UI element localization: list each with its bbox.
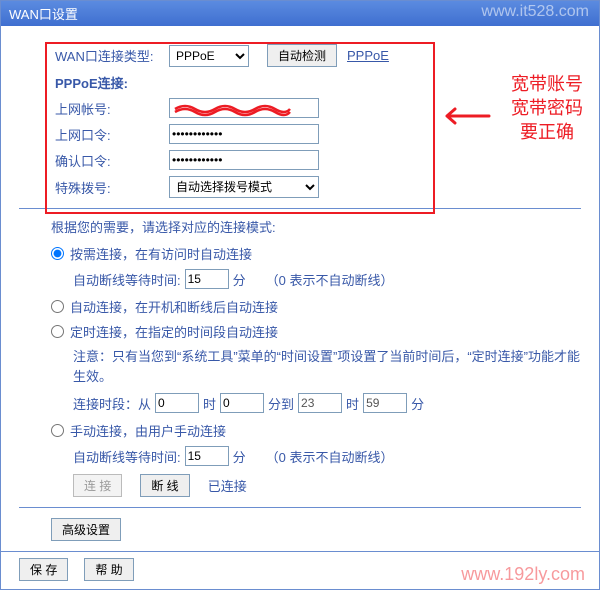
label-manual: 手动连接，由用户手动连接 — [70, 421, 226, 440]
idle-time-1[interactable] — [185, 269, 229, 289]
row-pass: 上网口令: — [19, 124, 581, 144]
idle-label-1: 自动断线等待时间: — [73, 270, 181, 289]
connection-status: 已连接 — [208, 476, 247, 495]
label-confirm: 确认口令: — [19, 151, 169, 170]
time-sub: 连接时段：从 时 分到 时 分 — [73, 393, 581, 413]
footer: 保 存 帮 助 www.192ly.com — [1, 551, 599, 589]
time-hour-1: 时 — [203, 394, 216, 413]
time-m2 — [363, 393, 407, 413]
radio-time[interactable] — [51, 325, 64, 338]
time-min: 分 — [411, 394, 424, 413]
connect-button: 连 接 — [73, 474, 122, 497]
label-pass: 上网口令: — [19, 125, 169, 144]
disconnect-button[interactable]: 断 线 — [140, 474, 189, 497]
divider-2 — [19, 507, 581, 508]
label-special: 特殊拨号: — [19, 178, 169, 197]
time-note: 注意：只有当您到“系统工具”菜单的“时间设置”项设置了当前时间后，“定时连接”功… — [73, 347, 581, 387]
label-time: 定时连接，在指定的时间段自动连接 — [70, 322, 278, 341]
radio-manual[interactable] — [51, 424, 64, 437]
confirm-password-input[interactable] — [169, 150, 319, 170]
idle-note-1: （0 表示不自动断线） — [266, 270, 394, 289]
time-h2 — [298, 393, 342, 413]
manual-sub: 自动断线等待时间: 分 （0 表示不自动断线） — [73, 446, 581, 466]
idle-label-2: 自动断线等待时间: — [73, 447, 181, 466]
dial-mode-select[interactable]: 自动选择拨号模式 — [169, 176, 319, 198]
advanced-row: 高级设置 — [51, 518, 581, 541]
radio-row-on-demand: 按需连接，在有访问时自动连接 — [51, 244, 581, 263]
time-period-label: 连接时段：从 — [73, 394, 151, 413]
help-button[interactable]: 帮 助 — [84, 558, 133, 581]
on-demand-sub: 自动断线等待时间: 分 （0 表示不自动断线） — [73, 269, 581, 289]
row-user: 上网帐号: — [19, 98, 581, 118]
min-1: 分 — [233, 270, 246, 289]
time-hour-2: 时 — [346, 394, 359, 413]
idle-note-2: （0 表示不自动断线） — [266, 447, 394, 466]
password-input[interactable] — [169, 124, 319, 144]
row-confirm: 确认口令: — [19, 150, 581, 170]
username-input[interactable] — [169, 98, 319, 118]
panel-title: WAN口设置 — [9, 7, 78, 22]
connection-mode-section: 根据您的需要，请选择对应的连接模式: 按需连接，在有访问时自动连接 自动断线等待… — [19, 217, 581, 497]
watermark-top: www.it528.com — [481, 3, 589, 21]
advanced-button[interactable]: 高级设置 — [51, 518, 121, 541]
label-conn-type: WAN口连接类型: — [19, 46, 169, 65]
row-special: 特殊拨号: 自动选择拨号模式 — [19, 176, 581, 198]
label-auto: 自动连接，在开机和断线后自动连接 — [70, 297, 278, 316]
label-on-demand: 按需连接，在有访问时自动连接 — [70, 244, 252, 263]
idle-time-2[interactable] — [185, 446, 229, 466]
radio-auto[interactable] — [51, 300, 64, 313]
mode-prompt: 根据您的需要，请选择对应的连接模式: — [51, 217, 581, 236]
radio-row-time: 定时连接，在指定的时间段自动连接 — [51, 322, 581, 341]
time-h1[interactable] — [155, 393, 199, 413]
auto-detect-button[interactable]: 自动检测 — [267, 44, 337, 67]
time-min-to: 分到 — [268, 394, 294, 413]
row-pppoe-header: PPPoE连接: — [19, 73, 581, 92]
radio-row-manual: 手动连接，由用户手动连接 — [51, 421, 581, 440]
radio-row-auto: 自动连接，在开机和断线后自动连接 — [51, 297, 581, 316]
label-pppoe: PPPoE连接: — [19, 73, 169, 92]
conn-type-select[interactable]: PPPoE — [169, 45, 249, 67]
time-m1[interactable] — [220, 393, 264, 413]
pppoe-link[interactable]: PPPoE — [347, 48, 389, 63]
content-area: 宽带账号 宽带密码 要正确 WAN口连接类型: PPPoE 自动检测 PPPoE… — [1, 26, 599, 541]
wan-settings-panel: WAN口设置 www.it528.com 宽带账号 宽带密码 要正确 WAN口连… — [0, 0, 600, 590]
connection-buttons: 连 接 断 线 已连接 — [73, 474, 581, 497]
radio-on-demand[interactable] — [51, 247, 64, 260]
save-button[interactable]: 保 存 — [19, 558, 68, 581]
row-conn-type: WAN口连接类型: PPPoE 自动检测 PPPoE — [19, 44, 581, 67]
divider-1 — [19, 208, 581, 209]
min-2: 分 — [233, 447, 246, 466]
label-user: 上网帐号: — [19, 99, 169, 118]
titlebar: WAN口设置 www.it528.com — [1, 1, 599, 26]
watermark-bottom: www.192ly.com — [461, 564, 585, 585]
